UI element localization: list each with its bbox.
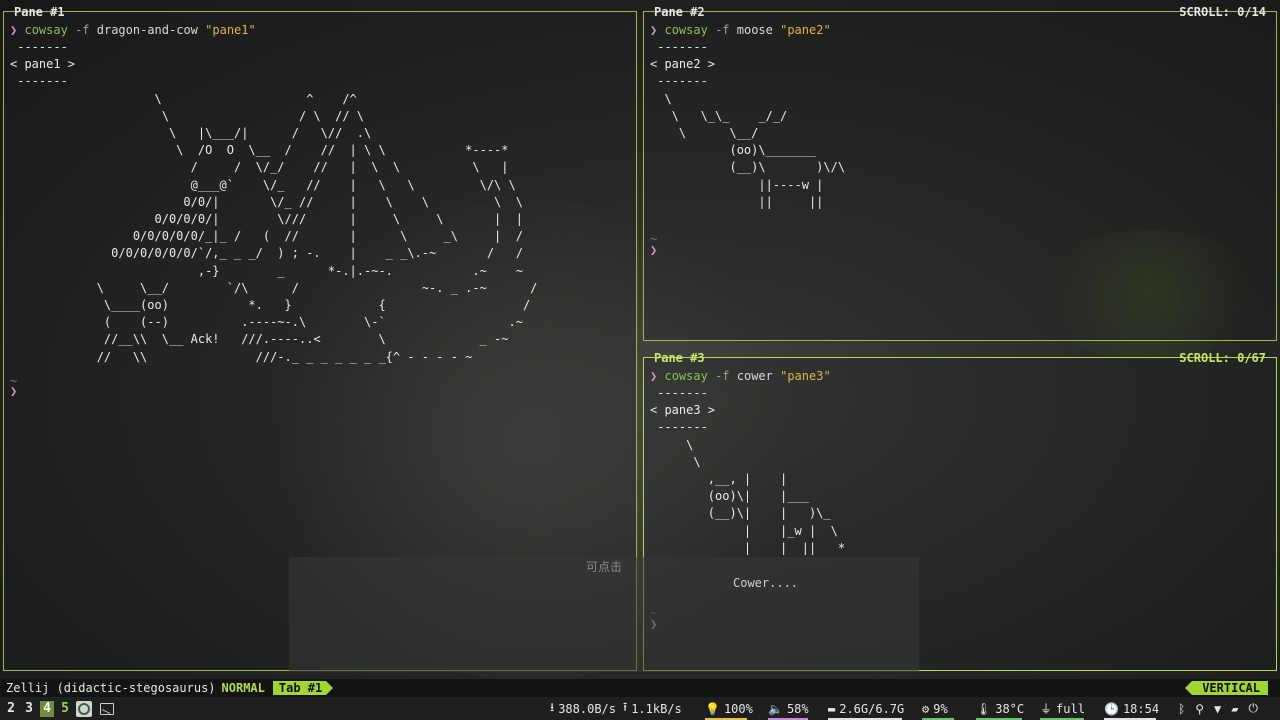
speaker-icon: 🔈: [768, 701, 783, 716]
cpu-icon: ⚙: [922, 701, 930, 716]
command-name: cowsay: [664, 369, 708, 383]
prompt-icon: ❯: [650, 23, 658, 37]
memory-value: 2.6G/6.7G: [839, 701, 905, 716]
workspace-3[interactable]: 3: [22, 701, 36, 717]
clock-value: 18:54: [1122, 701, 1160, 716]
power-icon[interactable]: ⏻: [1248, 701, 1258, 716]
tray: ᛒ ⚲ ▼ ▰ ⏻: [1178, 700, 1262, 717]
layout-indicator[interactable]: VERTICAL: [1185, 681, 1268, 695]
image-app-icon[interactable]: [100, 702, 114, 715]
upload-icon: ⭱: [623, 700, 628, 714]
pane-title: Pane #3: [654, 351, 705, 365]
command-string: "pane3": [780, 369, 831, 383]
lightbulb-icon: 💡: [705, 701, 720, 716]
command-arg: dragon-and-cow: [96, 23, 198, 37]
terminal-content[interactable]: ❯ cowsay -f dragon-and-cow "pane1" -----…: [10, 22, 632, 400]
command-flag: -f: [75, 23, 90, 37]
cpu-value: 9%: [933, 701, 948, 716]
floating-overlay[interactable]: 可点击 Cower....: [289, 557, 919, 672]
memory-icon: ▬: [828, 701, 836, 716]
temperature-module: 🌡 38°C: [976, 700, 1025, 720]
usb-icon[interactable]: ⚲: [1195, 702, 1204, 716]
mode-indicator: NORMAL: [221, 681, 265, 695]
battery-value: full: [1056, 701, 1085, 716]
command-line: ❯ cowsay -f moose "pane2": [650, 22, 1272, 39]
upload-module: ⭱ 1.1kB/s: [623, 700, 682, 717]
temperature-value: 38°C: [995, 701, 1025, 716]
cowsay-output: ------- < pane1 > ------- \ ^ /^ \ / \ /…: [10, 40, 538, 364]
command-line: ❯ cowsay -f dragon-and-cow "pane1": [10, 22, 632, 39]
workspace-2[interactable]: 2: [4, 701, 18, 717]
battery-module: ⏚ full: [1040, 700, 1085, 720]
clickable-hint: 可点击: [586, 560, 623, 574]
command-name: cowsay: [664, 23, 708, 37]
volume-value: 58%: [786, 701, 809, 716]
command-string: "pane1": [205, 23, 256, 37]
prompt-icon: ❯: [10, 23, 18, 37]
download-module: ⭳ 388.0B/s: [550, 700, 616, 717]
download-rate: 388.0B/s: [558, 701, 616, 716]
memory-module: ▬ 2.6G/6.7G: [828, 700, 905, 720]
volume-module[interactable]: 🔈 58%: [768, 700, 809, 720]
command-arg: moose: [736, 23, 773, 37]
wifi-icon[interactable]: ▼: [1214, 702, 1221, 716]
thermometer-icon: 🌡: [976, 701, 992, 716]
cpu-module: ⚙ 9%: [922, 700, 954, 720]
pane-title: Pane #2: [654, 5, 705, 19]
command-flag: -f: [715, 23, 730, 37]
brightness-module[interactable]: 💡 100%: [705, 700, 753, 720]
command-arg: cower: [736, 369, 773, 383]
tab-1[interactable]: Tab #1: [272, 681, 334, 695]
workspace-4[interactable]: 4: [40, 700, 54, 717]
clock-icon: 🕒: [1104, 701, 1119, 716]
scroll-indicator: SCROLL: 0/14: [1179, 5, 1266, 19]
battery-plug-icon: ⏚: [1040, 702, 1053, 716]
cowsay-output: ------- < pane2 > ------- \ \ \_\_ _/_/ …: [650, 40, 846, 209]
command-string: "pane2": [780, 23, 831, 37]
brightness-value: 100%: [723, 701, 753, 716]
pane-2[interactable]: Pane #2 SCROLL: 0/14 ❯ cowsay -f moose "…: [643, 5, 1277, 341]
prompt-icon: ❯: [650, 369, 658, 383]
circle-app-icon[interactable]: [76, 700, 92, 717]
cowsay-output: ------- < pane3 > ------- \ \ ,__, | | (…: [650, 386, 846, 555]
command-line: ❯ cowsay -f cower "pane3": [650, 368, 1272, 385]
clock-module[interactable]: 🕒 18:54: [1104, 700, 1160, 720]
prompt-caret-icon: ❯: [10, 383, 18, 398]
pane-title: Pane #1: [14, 5, 65, 19]
system-bar: 2 3 4 5 ⭳ 388.0B/s ⭱ 1.1kB/s 💡 100% 🔈 58% ▬ 2…: [0, 697, 1280, 720]
zellij-status-bar: Zellij (didactic-stegosaurus) NORMAL Tab…: [0, 679, 1280, 697]
overlay-text: Cower....: [733, 576, 799, 590]
prompt-caret-icon: ❯: [650, 243, 658, 258]
workspace-5[interactable]: 5: [58, 701, 72, 717]
command-flag: -f: [715, 369, 730, 383]
scroll-indicator: SCROLL: 0/67: [1179, 351, 1266, 365]
network-icon[interactable]: ▰: [1231, 702, 1238, 716]
command-name: cowsay: [24, 23, 68, 37]
terminal-content[interactable]: ❯ cowsay -f moose "pane2" ------- < pane…: [650, 22, 1272, 259]
bluetooth-icon[interactable]: ᛒ: [1178, 702, 1185, 716]
upload-rate: 1.1kB/s: [631, 701, 682, 716]
session-name: Zellij (didactic-stegosaurus): [6, 681, 216, 695]
download-icon: ⭳: [550, 700, 555, 714]
